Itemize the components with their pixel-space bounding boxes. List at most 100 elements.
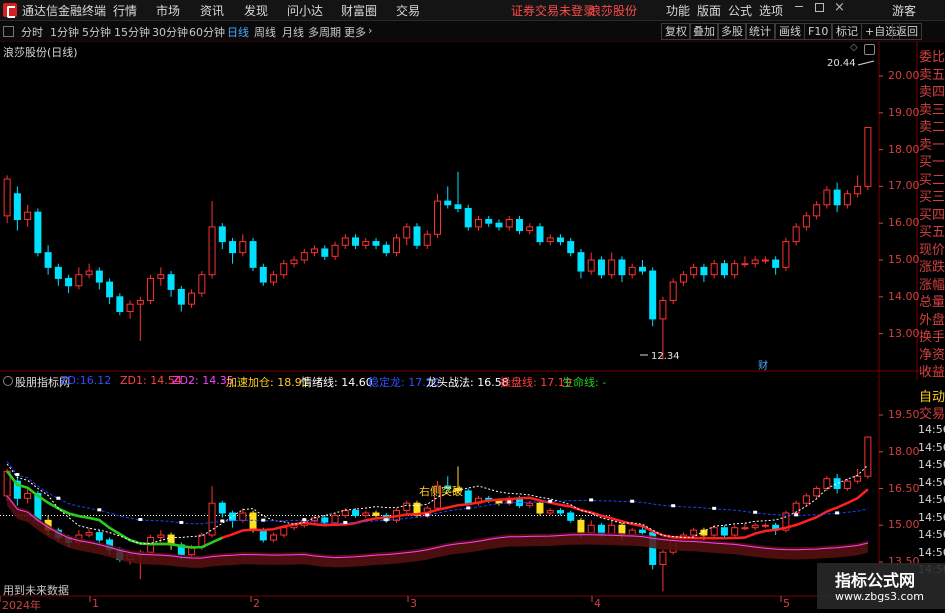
chart-canvas[interactable]: [0, 0, 945, 609]
candle-body: [270, 274, 278, 283]
sub-y-tick: 15.00: [888, 518, 920, 532]
signal-marker: [507, 500, 512, 504]
signal-marker: [384, 518, 389, 522]
candle-body: [434, 200, 441, 235]
signal-marker: [835, 511, 840, 515]
signal-marker: [753, 510, 758, 514]
sub-candle-body: [731, 527, 739, 536]
candle-body: [587, 259, 595, 272]
sub-candle-body: [536, 502, 544, 514]
indicator-group: [3, 436, 872, 592]
candle-body: [403, 226, 411, 239]
candle-body: [13, 193, 21, 221]
side-panel-item: 净资: [919, 347, 945, 363]
candle-body: [710, 263, 718, 276]
candle-body: [444, 200, 452, 206]
sub-candle-body: [95, 532, 103, 541]
high-price-pointer: [857, 60, 875, 66]
indicator-settings-icon[interactable]: [3, 376, 13, 386]
candle-body: [372, 241, 380, 246]
low-price-label: 12.34: [651, 351, 680, 362]
sub-candle-body: [751, 524, 759, 529]
candle-body: [413, 226, 421, 246]
candle-body: [423, 233, 431, 246]
main-chart-title: 浪莎股份(日线): [3, 46, 78, 59]
sub-candle-body: [157, 534, 165, 538]
diamond-icon[interactable]: ◇: [850, 42, 858, 53]
side-panel-item: 涨跌: [919, 260, 945, 275]
signal-marker: [589, 498, 594, 502]
candle-body: [311, 248, 319, 254]
indicator-legend: 股朋指标网 ZD:16.12 ZD1: 14.54 ZD2: 14.35 加速加仓: …: [0, 373, 880, 389]
candle-body: [95, 270, 103, 283]
side-panel-item: 总量: [919, 295, 945, 310]
side-panel-item: 买五: [919, 225, 945, 240]
candle-body: [474, 219, 482, 228]
candle-body: [556, 237, 564, 243]
sub-candle-body: [833, 478, 841, 490]
candle-body: [813, 204, 821, 217]
signal-marker: [56, 496, 61, 500]
candle-body: [751, 259, 759, 265]
main-y-tick: 17.00: [888, 179, 920, 193]
date-label: 1: [92, 597, 99, 610]
sub-candle-body: [761, 524, 769, 527]
date-label: 4: [594, 597, 601, 610]
candle-body: [833, 189, 841, 206]
candle-body: [362, 241, 370, 246]
watermark-line2: www.zbgs3.com: [835, 590, 924, 603]
time-label: 14:56: [918, 510, 945, 524]
side-panel-item: 卖五: [919, 67, 945, 83]
candle-body: [649, 270, 657, 320]
sub-candle-body: [403, 502, 411, 512]
breakout-annotation: 右侧突破: [419, 485, 463, 498]
sub-candle-body: [864, 436, 872, 477]
candle-body: [464, 207, 472, 228]
candle-body: [761, 259, 769, 262]
time-label: 14:56: [918, 458, 945, 471]
date-label: 3: [410, 597, 417, 610]
candle-body: [136, 299, 144, 305]
sub-candle-body: [464, 490, 472, 504]
candle-body: [280, 263, 288, 276]
candle-body: [536, 226, 544, 243]
side-panel-item: 买三: [919, 190, 945, 205]
candle-body: [208, 226, 216, 276]
candle-body: [843, 193, 851, 206]
candle-body: [526, 226, 534, 232]
date-label: 5: [783, 597, 790, 610]
sub-candle-body: [352, 510, 360, 516]
watermark-box: 指标公式网 www.zbgs3.com: [817, 563, 945, 609]
sub-candle-body: [720, 527, 728, 536]
finance-marker[interactable]: 财: [758, 357, 768, 372]
sub-candle-body: [208, 502, 216, 536]
candle-body: [54, 266, 62, 279]
side-panel-item: 买四: [919, 207, 945, 223]
candle-body: [167, 274, 175, 290]
candle-body: [24, 211, 32, 221]
sub-candle-body: [843, 480, 851, 489]
legend-item: 龙头战法: 16.58: [426, 376, 509, 389]
sub-y-tick: 19.50: [888, 408, 920, 421]
watermark-line1: 指标公式网: [835, 571, 916, 590]
candle-body: [700, 266, 708, 276]
side-panel-item: 收益: [919, 365, 945, 380]
candle-body: [792, 226, 800, 243]
sub-candle-body: [813, 488, 821, 497]
candle-body: [352, 237, 360, 246]
candle-body: [772, 259, 780, 268]
candle-body: [331, 244, 339, 257]
candle-body: [618, 259, 626, 276]
sub-candle-body: [741, 527, 749, 530]
sub-candle-body: [526, 502, 534, 507]
main-y-tick: 14.00: [888, 289, 920, 303]
candle-body: [229, 241, 237, 254]
sub-candle-body: [362, 512, 370, 516]
chart-settings-icon[interactable]: [864, 44, 875, 55]
side-panel-item: 卖一: [919, 137, 945, 153]
sub-candle-body: [280, 527, 288, 536]
signal-marker: [425, 513, 430, 517]
sub-candle-body: [229, 512, 237, 521]
candle-body: [495, 222, 503, 228]
candle-body: [638, 266, 646, 272]
